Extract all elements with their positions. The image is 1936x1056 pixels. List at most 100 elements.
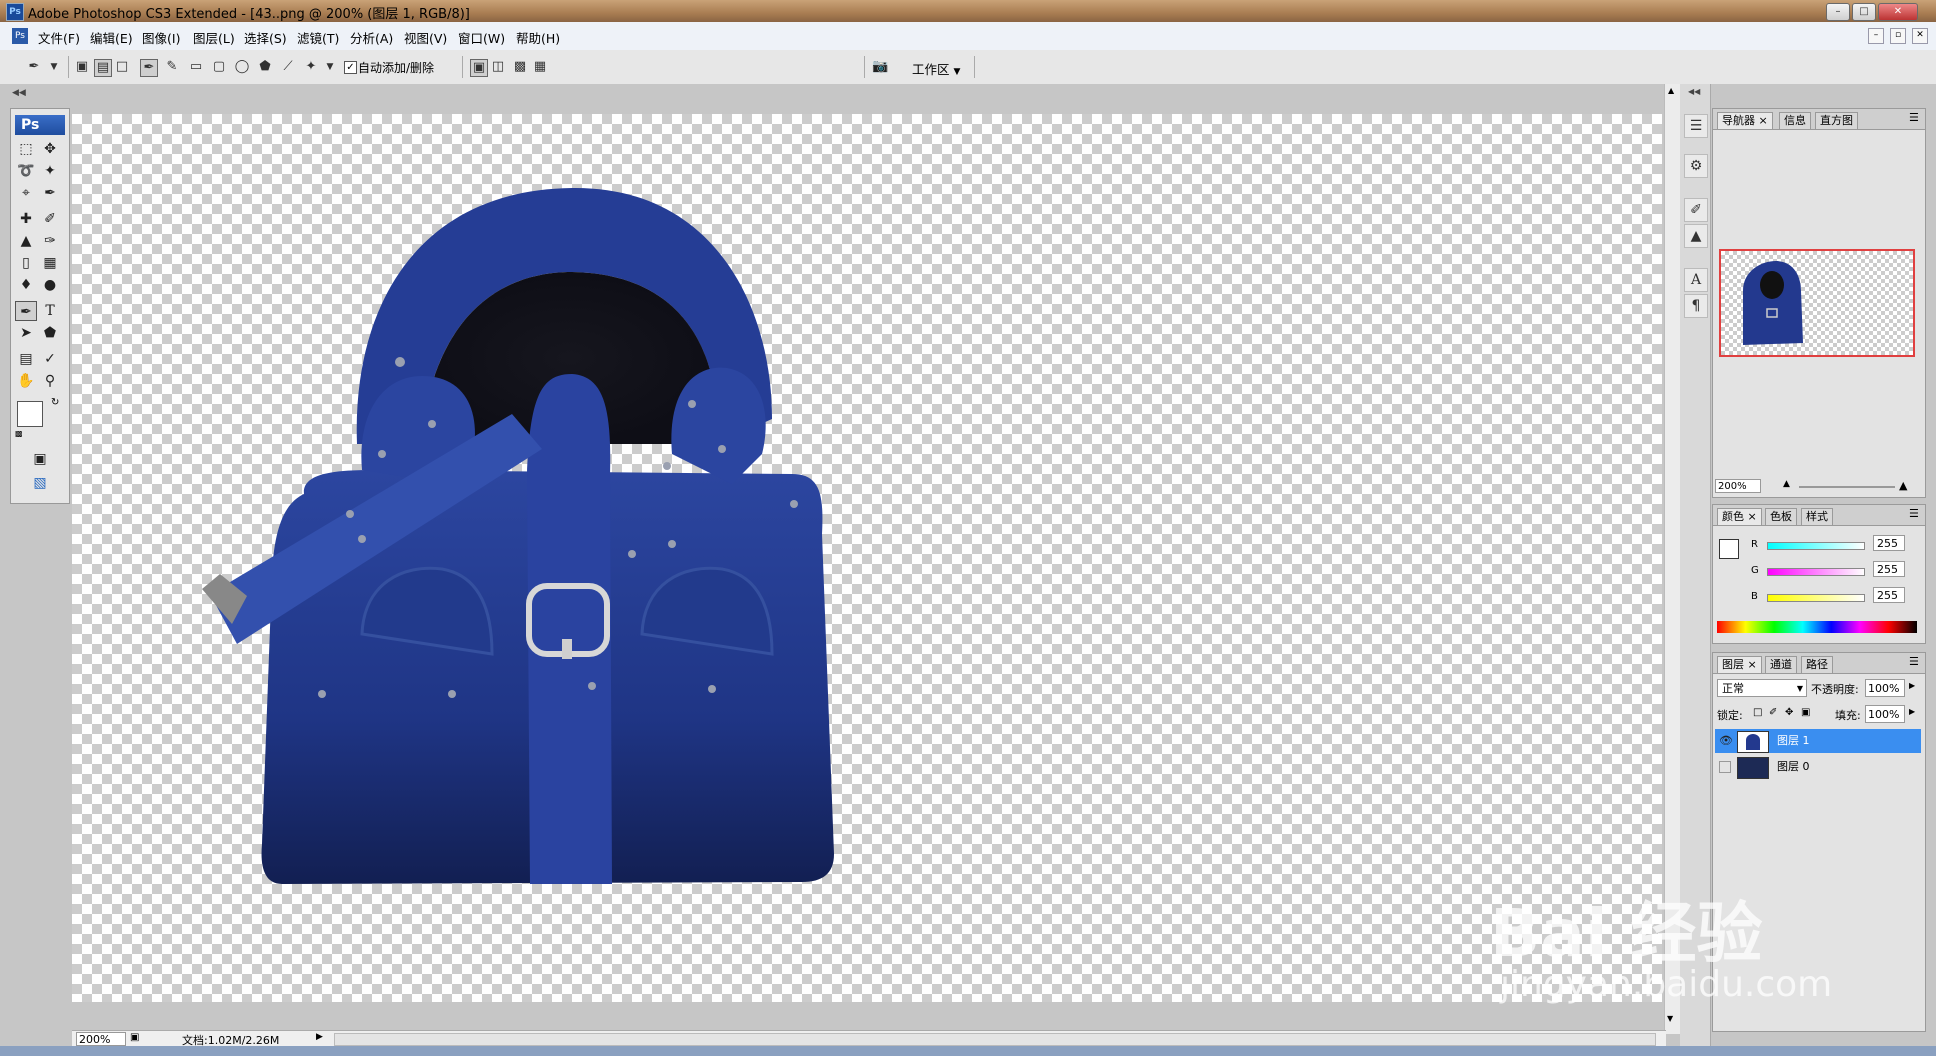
history-panel-icon[interactable]: ☰ [1684,114,1708,138]
foreground-color-swatch[interactable] [17,401,43,427]
minimize-button[interactable]: – [1826,3,1850,21]
visibility-eye-icon[interactable]: 👁 [1719,729,1733,753]
menu-file[interactable]: 文件(F) [38,28,80,47]
navigator-zoom-slider[interactable] [1799,486,1895,488]
zoom-tool-icon[interactable]: ⚲ [39,371,61,391]
fill-slider-arrow-icon[interactable]: ▶ [1909,707,1915,716]
menu-layer[interactable]: 图层(L) [193,28,235,47]
menu-select[interactable]: 选择(S) [244,28,287,47]
close-tab-icon[interactable]: × [1759,114,1768,127]
color-spectrum-bar[interactable] [1717,621,1917,633]
document-canvas[interactable] [72,114,1662,1002]
blend-mode-select[interactable]: 正常 ▼ [1717,679,1807,697]
scroll-down-arrow-icon[interactable]: ▼ [1667,1014,1673,1023]
default-colors-icon[interactable]: ▩ [15,429,23,438]
zoom-field[interactable]: 200% [76,1032,126,1046]
slice-tool-icon[interactable]: ✒ [39,183,61,203]
rectangle-shape-icon[interactable]: ▭ [188,59,204,75]
tab-swatches[interactable]: 色板 [1765,508,1797,525]
auto-add-delete-checkbox[interactable]: ✓ [344,61,357,74]
close-button[interactable]: ✕ [1878,3,1918,21]
pen-icon[interactable]: ✒ [140,59,158,77]
path-selection-tool-icon[interactable]: ➤ [15,323,37,343]
swap-colors-icon[interactable]: ↻ [51,397,59,408]
blur-tool-icon[interactable]: ♦ [15,275,37,295]
history-brush-tool-icon[interactable]: ✑ [39,231,61,251]
lock-transparent-icon[interactable]: □ [1753,707,1762,718]
lock-image-icon[interactable]: ✐ [1769,707,1777,718]
menu-image[interactable]: 图像(I) [142,28,180,47]
status-info-icon[interactable]: ▣ [130,1032,139,1043]
tab-channels[interactable]: 通道 [1765,656,1797,673]
ellipse-shape-icon[interactable]: ◯ [234,59,250,75]
panel-menu-icon[interactable]: ☰ [1909,111,1919,124]
tab-color[interactable]: 颜色 × [1717,508,1762,525]
scroll-up-arrow-icon[interactable]: ▲ [1668,86,1674,95]
gradient-tool-icon[interactable]: ▦ [39,253,61,273]
layer-row-0[interactable]: 图层 0 [1715,755,1921,779]
type-tool-icon[interactable]: T [39,301,61,321]
panel-menu-icon[interactable]: ☰ [1909,655,1919,668]
tab-layers[interactable]: 图层 × [1717,656,1762,673]
collapse-dock-icon[interactable]: ◀◀ [1688,87,1700,96]
subtract-path-area-icon[interactable]: ◫ [490,59,506,75]
visibility-empty-box[interactable] [1719,761,1731,773]
lock-all-icon[interactable]: ▣ [1801,707,1810,718]
intersect-path-area-icon[interactable]: ▩ [512,59,528,75]
navigator-thumbnail[interactable] [1719,249,1915,357]
dodge-tool-icon[interactable]: ● [39,275,61,295]
fill-field[interactable]: 100% [1865,705,1905,723]
shape-layers-icon[interactable]: ▣ [74,59,90,75]
brush-tool-icon[interactable]: ✐ [39,209,61,229]
tab-histogram[interactable]: 直方图 [1815,112,1858,129]
rounded-rectangle-icon[interactable]: ▢ [211,59,227,75]
channel-b-value[interactable]: 255 [1873,587,1905,603]
paragraph-panel-icon[interactable]: ¶ [1684,294,1708,318]
custom-shape-dropdown-icon[interactable]: ▼ [322,59,338,75]
paths-mode-icon[interactable]: ▤ [94,59,112,77]
menu-view[interactable]: 视图(V) [404,28,447,47]
brushes-panel-icon[interactable]: ✐ [1684,198,1708,222]
maximize-button[interactable]: □ [1852,3,1876,21]
doc-minimize-button[interactable]: – [1868,28,1884,44]
close-tab-icon[interactable]: × [1748,658,1757,671]
channel-r-value[interactable]: 255 [1873,535,1905,551]
clone-stamp-tool-icon[interactable]: ▲ [15,231,37,251]
status-menu-arrow-icon[interactable]: ▶ [316,1032,323,1042]
polygon-shape-icon[interactable]: ⬟ [257,59,273,75]
crop-tool-icon[interactable]: ⌖ [15,183,37,203]
character-panel-icon[interactable]: A [1684,268,1708,292]
tab-styles[interactable]: 样式 [1801,508,1833,525]
bridge-icon[interactable]: 📷 [872,59,888,75]
close-tab-icon[interactable]: × [1748,510,1757,523]
channel-b-slider[interactable] [1767,594,1865,602]
add-to-path-area-icon[interactable]: ▣ [470,59,488,77]
shape-tool-icon[interactable]: ⬟ [39,323,61,343]
opacity-field[interactable]: 100% [1865,679,1905,697]
lasso-tool-icon[interactable]: ➰ [15,161,37,181]
eraser-tool-icon[interactable]: ▯ [15,253,37,273]
document-icon[interactable]: Ps [12,28,28,44]
preset-dropdown-arrow-icon[interactable]: ▼ [46,59,62,75]
healing-brush-tool-icon[interactable]: ✚ [15,209,37,229]
tab-navigator[interactable]: 导航器 × [1717,112,1773,129]
panel-menu-icon[interactable]: ☰ [1909,507,1919,520]
doc-restore-button[interactable]: ▫ [1890,28,1906,44]
eyedropper-tool-icon[interactable]: ✓ [39,349,61,369]
tab-info[interactable]: 信息 [1779,112,1811,129]
notes-tool-icon[interactable]: ▤ [15,349,37,369]
custom-shape-icon[interactable]: ✦ [303,59,319,75]
workspace-menu[interactable]: 工作区 ▼ [912,59,960,78]
pen-tool-preset-icon[interactable]: ✒ [26,59,42,75]
channel-g-slider[interactable] [1767,568,1865,576]
menu-help[interactable]: 帮助(H) [516,28,560,47]
channel-g-value[interactable]: 255 [1873,561,1905,577]
color-foreground-swatch[interactable] [1719,539,1739,559]
navigator-zoom-field[interactable]: 200% [1715,479,1761,493]
hand-tool-icon[interactable]: ✋ [15,371,37,391]
doc-close-button[interactable]: ✕ [1912,28,1928,44]
freeform-pen-icon[interactable]: ✎ [164,59,180,75]
menu-edit[interactable]: 编辑(E) [90,28,133,47]
line-shape-icon[interactable]: ⟋ [280,59,296,75]
collapse-toolbox-icon[interactable]: ◀◀ [12,88,26,98]
